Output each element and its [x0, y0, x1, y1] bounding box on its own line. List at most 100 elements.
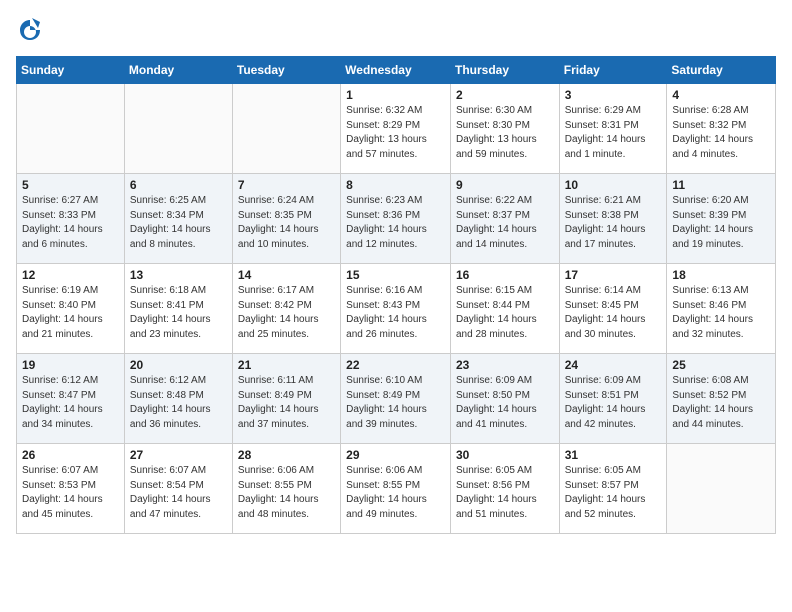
day-info: Sunrise: 6:07 AM Sunset: 8:54 PM Dayligh… [130, 464, 227, 522]
week-row-1: 1 Sunrise: 6:32 AM Sunset: 8:29 PM Daylig… [17, 84, 776, 174]
day-info: Sunrise: 6:20 AM Sunset: 8:39 PM Dayligh… [672, 194, 770, 252]
weekday-header-friday: Friday [559, 57, 667, 84]
day-cell: 17 Sunrise: 6:14 AM Sunset: 8:45 PM Dayli… [559, 264, 667, 354]
day-number: 18 [672, 268, 770, 282]
day-info: Sunrise: 6:28 AM Sunset: 8:32 PM Dayligh… [672, 104, 770, 162]
week-row-3: 12 Sunrise: 6:19 AM Sunset: 8:40 PM Dayli… [17, 264, 776, 354]
day-cell: 8 Sunrise: 6:23 AM Sunset: 8:36 PM Daylig… [341, 174, 451, 264]
day-cell: 14 Sunrise: 6:17 AM Sunset: 8:42 PM Dayli… [232, 264, 340, 354]
day-number: 25 [672, 358, 770, 372]
day-number: 14 [238, 268, 335, 282]
day-number: 12 [22, 268, 119, 282]
day-cell: 9 Sunrise: 6:22 AM Sunset: 8:37 PM Daylig… [450, 174, 559, 264]
day-cell [232, 84, 340, 174]
day-number: 28 [238, 448, 335, 462]
day-number: 20 [130, 358, 227, 372]
day-number: 15 [346, 268, 445, 282]
page-header [16, 16, 776, 44]
day-info: Sunrise: 6:29 AM Sunset: 8:31 PM Dayligh… [565, 104, 662, 162]
weekday-header-wednesday: Wednesday [341, 57, 451, 84]
week-row-2: 5Sunrise: 6:27 AM Sunset: 8:33 PM Daylig… [17, 174, 776, 264]
day-info: Sunrise: 6:27 AM Sunset: 8:33 PM Dayligh… [22, 194, 119, 252]
day-info: Sunrise: 6:12 AM Sunset: 8:47 PM Dayligh… [22, 374, 119, 432]
day-number: 31 [565, 448, 662, 462]
day-cell: 27 Sunrise: 6:07 AM Sunset: 8:54 PM Dayli… [124, 444, 232, 534]
day-cell: 26 Sunrise: 6:07 AM Sunset: 8:53 PM Dayli… [17, 444, 125, 534]
day-cell: 16 Sunrise: 6:15 AM Sunset: 8:44 PM Dayli… [450, 264, 559, 354]
day-cell [667, 444, 776, 534]
day-info: Sunrise: 6:08 AM Sunset: 8:52 PM Dayligh… [672, 374, 770, 432]
day-info: Sunrise: 6:15 AM Sunset: 8:44 PM Dayligh… [456, 284, 554, 342]
day-cell: 1 Sunrise: 6:32 AM Sunset: 8:29 PM Daylig… [341, 84, 451, 174]
day-number: 8 [346, 178, 445, 192]
day-cell: 7Sunrise: 6:24 AM Sunset: 8:35 PM Daylig… [232, 174, 340, 264]
weekday-header-tuesday: Tuesday [232, 57, 340, 84]
day-cell: 21 Sunrise: 6:11 AM Sunset: 8:49 PM Dayli… [232, 354, 340, 444]
day-cell: 20 Sunrise: 6:12 AM Sunset: 8:48 PM Dayli… [124, 354, 232, 444]
week-row-4: 19 Sunrise: 6:12 AM Sunset: 8:47 PM Dayli… [17, 354, 776, 444]
day-info: Sunrise: 6:05 AM Sunset: 8:57 PM Dayligh… [565, 464, 662, 522]
day-number: 1 [346, 88, 445, 102]
logo [16, 16, 48, 44]
week-row-5: 26 Sunrise: 6:07 AM Sunset: 8:53 PM Dayli… [17, 444, 776, 534]
day-cell: 12 Sunrise: 6:19 AM Sunset: 8:40 PM Dayli… [17, 264, 125, 354]
day-cell: 25 Sunrise: 6:08 AM Sunset: 8:52 PM Dayli… [667, 354, 776, 444]
day-cell: 2Sunrise: 6:30 AM Sunset: 8:30 PM Daylig… [450, 84, 559, 174]
day-cell: 11 Sunrise: 6:20 AM Sunset: 8:39 PM Dayli… [667, 174, 776, 264]
day-info: Sunrise: 6:18 AM Sunset: 8:41 PM Dayligh… [130, 284, 227, 342]
day-info: Sunrise: 6:19 AM Sunset: 8:40 PM Dayligh… [22, 284, 119, 342]
day-number: 26 [22, 448, 119, 462]
day-info: Sunrise: 6:06 AM Sunset: 8:55 PM Dayligh… [346, 464, 445, 522]
day-cell: 10 Sunrise: 6:21 AM Sunset: 8:38 PM Dayli… [559, 174, 667, 264]
day-info: Sunrise: 6:14 AM Sunset: 8:45 PM Dayligh… [565, 284, 662, 342]
day-cell: 31 Sunrise: 6:05 AM Sunset: 8:57 PM Dayli… [559, 444, 667, 534]
day-info: Sunrise: 6:05 AM Sunset: 8:56 PM Dayligh… [456, 464, 554, 522]
day-number: 27 [130, 448, 227, 462]
day-cell: 6 Sunrise: 6:25 AM Sunset: 8:34 PM Daylig… [124, 174, 232, 264]
day-number: 21 [238, 358, 335, 372]
day-info: Sunrise: 6:16 AM Sunset: 8:43 PM Dayligh… [346, 284, 445, 342]
day-number: 11 [672, 178, 770, 192]
day-info: Sunrise: 6:12 AM Sunset: 8:48 PM Dayligh… [130, 374, 227, 432]
day-info: Sunrise: 6:11 AM Sunset: 8:49 PM Dayligh… [238, 374, 335, 432]
day-cell: 19 Sunrise: 6:12 AM Sunset: 8:47 PM Dayli… [17, 354, 125, 444]
weekday-header-thursday: Thursday [450, 57, 559, 84]
day-cell: 30Sunrise: 6:05 AM Sunset: 8:56 PM Dayli… [450, 444, 559, 534]
day-info: Sunrise: 6:22 AM Sunset: 8:37 PM Dayligh… [456, 194, 554, 252]
day-number: 9 [456, 178, 554, 192]
day-number: 23 [456, 358, 554, 372]
day-number: 16 [456, 268, 554, 282]
weekday-header-sunday: Sunday [17, 57, 125, 84]
day-number: 17 [565, 268, 662, 282]
day-number: 7 [238, 178, 335, 192]
day-info: Sunrise: 6:09 AM Sunset: 8:51 PM Dayligh… [565, 374, 662, 432]
day-info: Sunrise: 6:06 AM Sunset: 8:55 PM Dayligh… [238, 464, 335, 522]
weekday-header-monday: Monday [124, 57, 232, 84]
day-number: 29 [346, 448, 445, 462]
calendar-table: SundayMondayTuesdayWednesdayThursdayFrid… [16, 56, 776, 534]
day-cell: 5Sunrise: 6:27 AM Sunset: 8:33 PM Daylig… [17, 174, 125, 264]
day-info: Sunrise: 6:21 AM Sunset: 8:38 PM Dayligh… [565, 194, 662, 252]
day-info: Sunrise: 6:23 AM Sunset: 8:36 PM Dayligh… [346, 194, 445, 252]
day-info: Sunrise: 6:17 AM Sunset: 8:42 PM Dayligh… [238, 284, 335, 342]
day-info: Sunrise: 6:10 AM Sunset: 8:49 PM Dayligh… [346, 374, 445, 432]
day-cell: 22 Sunrise: 6:10 AM Sunset: 8:49 PM Dayli… [341, 354, 451, 444]
day-info: Sunrise: 6:07 AM Sunset: 8:53 PM Dayligh… [22, 464, 119, 522]
day-number: 6 [130, 178, 227, 192]
day-cell [17, 84, 125, 174]
day-number: 19 [22, 358, 119, 372]
day-cell: 24Sunrise: 6:09 AM Sunset: 8:51 PM Dayli… [559, 354, 667, 444]
day-info: Sunrise: 6:32 AM Sunset: 8:29 PM Dayligh… [346, 104, 445, 162]
day-cell: 28 Sunrise: 6:06 AM Sunset: 8:55 PM Dayli… [232, 444, 340, 534]
day-number: 10 [565, 178, 662, 192]
day-cell: 29 Sunrise: 6:06 AM Sunset: 8:55 PM Dayli… [341, 444, 451, 534]
day-number: 3 [565, 88, 662, 102]
day-cell: 18 Sunrise: 6:13 AM Sunset: 8:46 PM Dayli… [667, 264, 776, 354]
day-info: Sunrise: 6:13 AM Sunset: 8:46 PM Dayligh… [672, 284, 770, 342]
weekday-header-row: SundayMondayTuesdayWednesdayThursdayFrid… [17, 57, 776, 84]
day-cell: 15 Sunrise: 6:16 AM Sunset: 8:43 PM Dayli… [341, 264, 451, 354]
day-info: Sunrise: 6:25 AM Sunset: 8:34 PM Dayligh… [130, 194, 227, 252]
day-number: 2 [456, 88, 554, 102]
day-cell: 23Sunrise: 6:09 AM Sunset: 8:50 PM Dayli… [450, 354, 559, 444]
day-number: 22 [346, 358, 445, 372]
